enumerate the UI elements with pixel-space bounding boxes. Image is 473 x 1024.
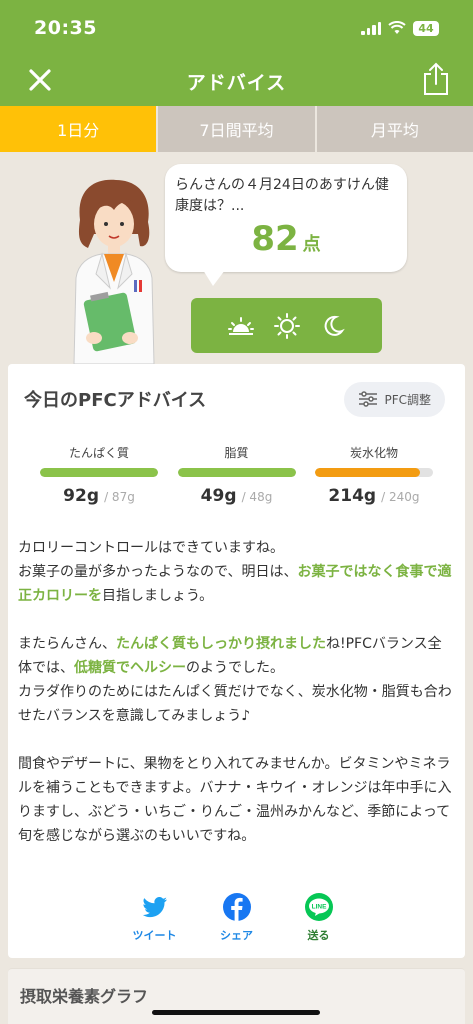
period-tabs: 1日分 7日間平均 月平均	[0, 106, 473, 152]
app-header: 20:35 44 アドバイス	[0, 0, 473, 106]
health-score-bubble: らんさんの４月24日のあすけん健康度は？... 82 点	[165, 164, 407, 286]
wifi-icon	[388, 21, 406, 34]
nutrient-progress-bar	[177, 468, 296, 477]
meal-time-selector	[191, 298, 382, 353]
nutrient-graph-card[interactable]: 摂取栄養素グラフ	[8, 968, 465, 1024]
graph-card-title: 摂取栄養素グラフ	[20, 987, 149, 1006]
facebook-share-button[interactable]: シェア	[213, 892, 261, 943]
nav-bar: アドバイス	[0, 56, 473, 106]
nutrient-progress-fill	[177, 468, 296, 477]
status-time: 20:35	[34, 17, 97, 39]
advice-segment: またらんさん、	[18, 636, 116, 652]
nutrient-summary: たんぱく質 92g / 87g 脂質 49g / 48g 炭水化物 214g /…	[8, 420, 465, 506]
share-buttons: ツイート シェア LINE 送る	[8, 892, 465, 943]
advice-segment: 目指しましょう。	[102, 588, 214, 604]
advice-paragraph: カロリーコントロールはできていますね。 お菓子の量が多かったようなので、明日は、お…	[18, 536, 455, 608]
advice-paragraph: またらんさん、たんぱく質もしっかり摂れましたね!PFCバランス全体では、低糖質で…	[18, 632, 455, 728]
nutrient-label: 炭水化物	[349, 446, 398, 460]
twitter-icon	[142, 896, 167, 918]
line-icon: LINE	[304, 893, 333, 921]
card-header: 今日のPFCアドバイス PFC調整	[8, 364, 465, 420]
nutrient-carbohydrate: 炭水化物 214g / 240g	[315, 444, 433, 506]
share-label: シェア	[220, 929, 253, 942]
cellular-signal-icon	[361, 21, 381, 35]
pfc-advice-card: 今日のPFCアドバイス PFC調整 たんぱく質 92g / 87g 脂質 49g…	[8, 364, 465, 958]
card-title: 今日のPFCアドバイス	[24, 390, 207, 411]
facebook-icon	[222, 893, 251, 921]
tweet-button[interactable]: ツイート	[131, 892, 179, 943]
battery-icon: 44	[413, 20, 439, 36]
tab-daily[interactable]: 1日分	[0, 106, 157, 152]
nutrient-label: 脂質	[224, 446, 249, 460]
health-score-value: 82	[251, 219, 299, 259]
page-title: アドバイス	[186, 71, 287, 94]
advice-hero: らんさんの４月24日のあすけん健康度は？... 82 点	[0, 152, 473, 364]
nutrient-progress-bar	[40, 468, 158, 477]
pfc-adjust-button[interactable]: PFC調整	[344, 381, 445, 417]
tweet-label: ツイート	[132, 929, 177, 942]
nutrient-target: / 87g	[104, 490, 135, 504]
share-icon[interactable]	[421, 62, 451, 96]
advice-segment: カロリーコントロールはできていますね。 お菓子の量が多かったようなので、明日は、	[18, 540, 298, 580]
tab-weekly-average[interactable]: 7日間平均	[156, 106, 314, 152]
status-bar: 20:35 44	[0, 0, 473, 56]
nutrient-value: 214g	[328, 486, 377, 506]
nutrient-value: 92g	[63, 486, 99, 506]
nutrient-target: / 240g	[381, 490, 420, 504]
pfc-adjust-label: PFC調整	[384, 392, 431, 407]
nutrient-protein: たんぱく質 92g / 87g	[40, 444, 158, 506]
sliders-icon	[359, 391, 378, 407]
nutrient-value: 49g	[200, 486, 237, 506]
moon-icon[interactable]	[319, 312, 347, 340]
nutrient-label: たんぱく質	[68, 446, 129, 460]
nutritionist-illustration	[73, 179, 155, 364]
health-score-unit: 点	[302, 234, 321, 255]
advice-highlight: たんぱく質もしっかり摂れました	[116, 636, 326, 652]
advice-segment: 間食やデザートに、果物をとり入れてみませんか。ビタミンやミネラルを補うこともでき…	[18, 756, 452, 844]
svg-text:LINE: LINE	[311, 904, 326, 911]
sun-icon[interactable]	[273, 312, 301, 340]
nutrient-target: / 48g	[241, 490, 273, 504]
advice-highlight: 低糖質でヘルシー	[74, 660, 186, 676]
sunrise-icon[interactable]	[227, 312, 255, 340]
bubble-tail	[203, 270, 225, 286]
health-score: 82 点	[175, 219, 397, 259]
status-icons: 44	[361, 20, 439, 36]
nutrient-fat: 脂質 49g / 48g	[177, 444, 296, 506]
close-icon[interactable]	[26, 66, 54, 94]
home-indicator	[152, 1010, 320, 1015]
nutrient-progress-fill	[315, 468, 421, 477]
advice-paragraph: 間食やデザートに、果物をとり入れてみませんか。ビタミンやミネラルを補うこともでき…	[18, 752, 455, 848]
tab-monthly-average[interactable]: 月平均	[314, 106, 473, 152]
advice-text: カロリーコントロールはできていますね。 お菓子の量が多かったようなので、明日は、お…	[8, 506, 465, 848]
nutrient-progress-bar	[315, 468, 433, 477]
line-send-button[interactable]: LINE 送る	[295, 892, 343, 943]
send-label: 送る	[307, 929, 330, 942]
health-score-question: らんさんの４月24日のあすけん健康度は？...	[175, 177, 389, 214]
nutrient-progress-fill	[40, 468, 158, 477]
